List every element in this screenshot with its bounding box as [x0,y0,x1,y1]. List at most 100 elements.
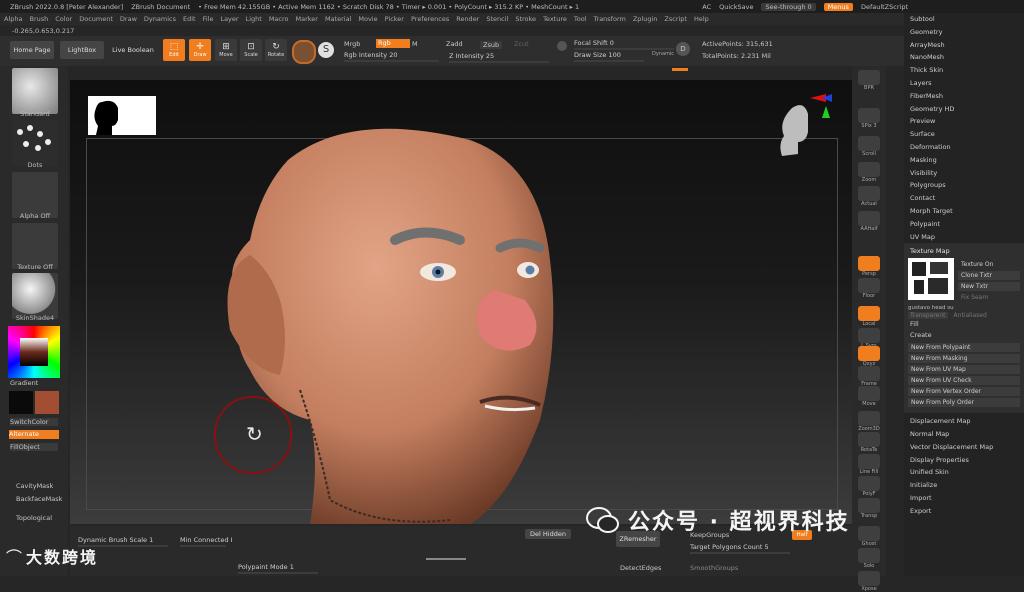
rgb-button[interactable]: Rgb [376,39,410,48]
menu-zscript[interactable]: Zscript [664,15,687,23]
shelf-spix-3[interactable]: SPix 3 [852,108,886,129]
palette-item-vector-displacement-map[interactable]: Vector Displacement Map [904,441,1024,454]
palette-item-geometry-hd[interactable]: Geometry HD [904,103,1024,116]
menu-movie[interactable]: Movie [358,15,377,23]
palette-item-fibermesh[interactable]: FiberMesh [904,90,1024,103]
menu-picker[interactable]: Picker [385,15,404,23]
clone-txtr-button[interactable]: Clone Txtr [958,271,1020,281]
target-polygons-slider[interactable]: Target Polygons Count 5 [690,543,790,554]
backfacemask-button[interactable]: BackfaceMask [16,495,62,503]
menu-macro[interactable]: Macro [269,15,289,23]
shelf-polyf[interactable]: PolyF [852,476,886,497]
min-connected-slider[interactable]: Min Connected I [180,536,233,547]
rotate-button[interactable]: ↻ Rotate [265,39,287,61]
palette-item-visibility[interactable]: Visibility [904,167,1024,180]
draw-button[interactable]: ✛ Draw [189,39,211,61]
new-txtr-button[interactable]: New Txtr [958,282,1020,292]
shelf-local[interactable]: Local [852,306,886,327]
palette-item-masking[interactable]: Masking [904,154,1024,167]
canvas-viewport[interactable]: ↻ [70,80,852,524]
mrgb-button[interactable]: Mrgb [344,40,360,48]
material-thumbnail[interactable] [12,273,58,319]
main-color-swatch[interactable] [9,391,33,414]
palette-item-subtool[interactable]: Subtool [904,13,1024,26]
palette-item-surface[interactable]: Surface [904,128,1024,141]
transparent-button[interactable]: Transparent [908,312,948,320]
palette-item-new-from-uv-map[interactable]: New From UV Map [908,365,1020,375]
shelf-move[interactable]: Move [852,386,886,407]
menu-color[interactable]: Color [55,15,72,23]
topological-button[interactable]: Topological [16,514,52,522]
palette-item-nanomesh[interactable]: NanoMesh [904,51,1024,64]
palette-item-preview[interactable]: Preview [904,115,1024,128]
fillobject-button[interactable]: FillObject [10,443,58,451]
menu-document[interactable]: Document [79,15,113,23]
palette-item-thick-skin[interactable]: Thick Skin [904,64,1024,77]
menu-draw[interactable]: Draw [120,15,137,23]
palette-item-import[interactable]: Import [904,492,1024,505]
shelf-zoom3d[interactable]: Zoom3D [852,411,886,432]
cavitymask-button[interactable]: CavityMask [16,482,53,490]
palette-item-displacement-map[interactable]: Displacement Map [904,415,1024,428]
shelf-frame[interactable]: Frame [852,366,886,387]
orientation-gizmo-icon[interactable] [770,92,840,162]
palette-item-new-from-vertex-order[interactable]: New From Vertex Order [908,387,1020,397]
polypaint-mode-slider[interactable]: Polypaint Mode 1 [238,563,318,574]
menu-file[interactable]: File [203,15,214,23]
edit-button[interactable]: ⬚ Edit [163,39,185,61]
menu-layer[interactable]: Layer [220,15,238,23]
menu-zplugin[interactable]: Zplugin [633,15,658,23]
menu-tool[interactable]: Tool [574,15,587,23]
shelf-rotate[interactable]: RotaTe [852,432,886,453]
texture-map-header[interactable]: Texture Map [908,245,1020,258]
menu-help[interactable]: Help [694,15,709,23]
texture-on-button[interactable]: Texture On [958,260,1020,269]
menu-light[interactable]: Light [246,15,262,23]
uv-texture-thumbnail[interactable] [908,258,954,301]
menu-marker[interactable]: Marker [295,15,317,23]
palette-item-initialize[interactable]: Initialize [904,479,1024,492]
shelf-bpr[interactable]: BPR [852,70,886,91]
quicksave-button[interactable]: QuickSave [719,3,753,11]
rgb-intensity-slider[interactable]: Rgb Intensity 20 [344,51,439,62]
palette-item-morph-target[interactable]: Morph Target [904,205,1024,218]
shelf-zoom[interactable]: Zoom [852,162,886,183]
create-header[interactable]: Create [908,330,1020,341]
switchcolor-button[interactable]: SwitchColor [10,418,58,426]
shelf-scroll[interactable]: Scroll [852,136,886,157]
palette-item-normal-map[interactable]: Normal Map [904,428,1024,441]
menu-dynamics[interactable]: Dynamics [144,15,176,23]
antialiased-button[interactable]: Antialiased [954,312,987,319]
menu-brush[interactable]: Brush [29,15,48,23]
palette-item-layers[interactable]: Layers [904,77,1024,90]
color-picker[interactable] [8,326,60,378]
spiral-icon[interactable]: S [318,42,334,58]
menu-material[interactable]: Material [325,15,351,23]
alternate-button[interactable]: Alternate [9,430,59,439]
fix-seam-button[interactable]: Fix Seam [958,293,1020,302]
secondary-color-swatch[interactable] [35,391,59,414]
stroke-thumbnail[interactable] [12,120,58,166]
menus-button[interactable]: Menus [823,2,853,11]
fill-button[interactable]: Fill [908,319,1020,330]
shelf-transp[interactable]: Transp [852,498,886,519]
menu-stroke[interactable]: Stroke [515,15,536,23]
menu-render[interactable]: Render [456,15,479,23]
scale-button[interactable]: ⊡ Scale [240,39,262,61]
palette-item-contact[interactable]: Contact [904,192,1024,205]
shelf-floor[interactable]: Floor [852,278,886,299]
home-page-button[interactable]: Home Page [10,41,54,59]
palette-item-export[interactable]: Export [904,505,1024,518]
lightbox-button[interactable]: LightBox [60,41,104,59]
move-button[interactable]: ⊞ Move [215,39,237,61]
palette-item-geometry[interactable]: Geometry [904,26,1024,39]
shelf-aahalf[interactable]: AAHalf [852,211,886,232]
m-button[interactable]: M [412,40,418,48]
palette-item-polypaint[interactable]: Polypaint [904,218,1024,231]
dynamic-button[interactable]: Dynamic [652,51,674,57]
menu-transform[interactable]: Transform [594,15,626,23]
shelf-solo[interactable]: Solo [852,548,886,569]
shelf-xpose[interactable]: Xpose [852,571,886,592]
palette-item-display-properties[interactable]: Display Properties [904,454,1024,467]
zadd-button[interactable]: Zadd [446,40,463,48]
